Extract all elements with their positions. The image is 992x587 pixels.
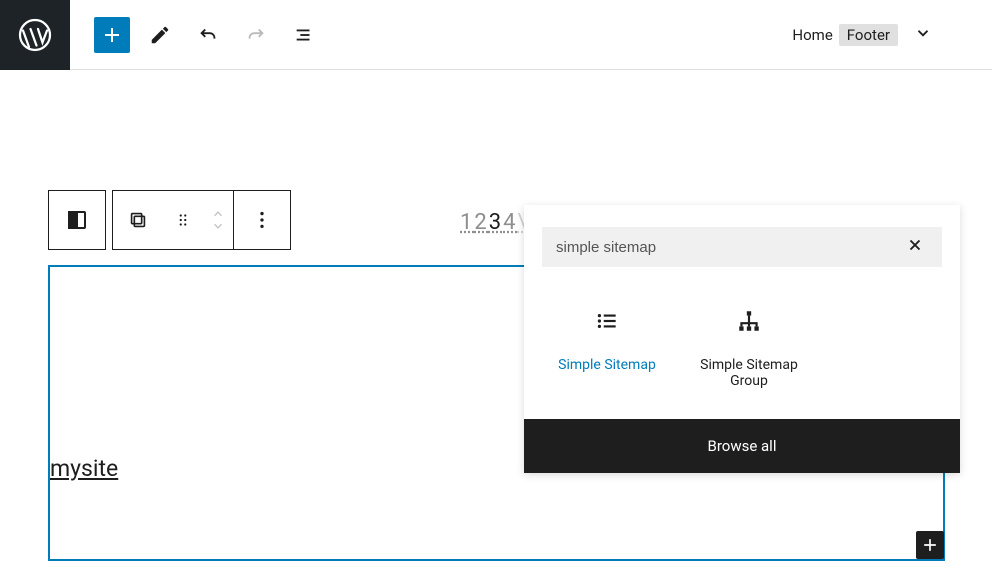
copy-icon[interactable] [113, 209, 163, 231]
inserter-search-row [542, 227, 942, 267]
toolbar-left [70, 17, 322, 53]
block-simple-sitemap[interactable]: Simple Sitemap [542, 301, 672, 389]
breadcrumb-current[interactable]: Footer [839, 24, 898, 46]
template-part-icon[interactable] [49, 191, 105, 249]
browse-all-button[interactable]: Browse all [524, 419, 960, 473]
redo-button [238, 17, 274, 53]
inserter-popover: Simple Sitemap Simple Sitemap Group Brow… [524, 205, 960, 473]
wordpress-logo[interactable] [0, 0, 70, 70]
move-down-icon[interactable] [211, 221, 225, 231]
inserter-results: Simple Sitemap Simple Sitemap Group [524, 281, 960, 419]
edit-tool-button[interactable] [142, 17, 178, 53]
add-block-button[interactable] [94, 17, 130, 53]
drag-handle-icon[interactable] [163, 211, 203, 229]
breadcrumb-root[interactable]: Home [792, 26, 832, 44]
undo-button[interactable] [190, 17, 226, 53]
top-bar: Home Footer [0, 0, 992, 70]
list-view-button[interactable] [286, 17, 322, 53]
list-icon [542, 301, 672, 341]
clear-search-icon[interactable] [902, 232, 928, 262]
site-title[interactable]: mysite [50, 455, 118, 482]
page-numbers: 1234\ [460, 210, 529, 235]
breadcrumb: Home Footer [792, 24, 992, 46]
add-block-inline-button[interactable] [916, 531, 944, 559]
block-toolbar [48, 190, 291, 250]
more-options-icon[interactable] [234, 191, 290, 249]
move-up-icon[interactable] [211, 209, 225, 219]
block-simple-sitemap-group[interactable]: Simple Sitemap Group [684, 301, 814, 389]
hierarchy-icon [684, 301, 814, 341]
move-arrows [203, 209, 233, 231]
inserter-search-input[interactable] [556, 239, 902, 256]
chevron-down-icon[interactable] [914, 24, 932, 46]
